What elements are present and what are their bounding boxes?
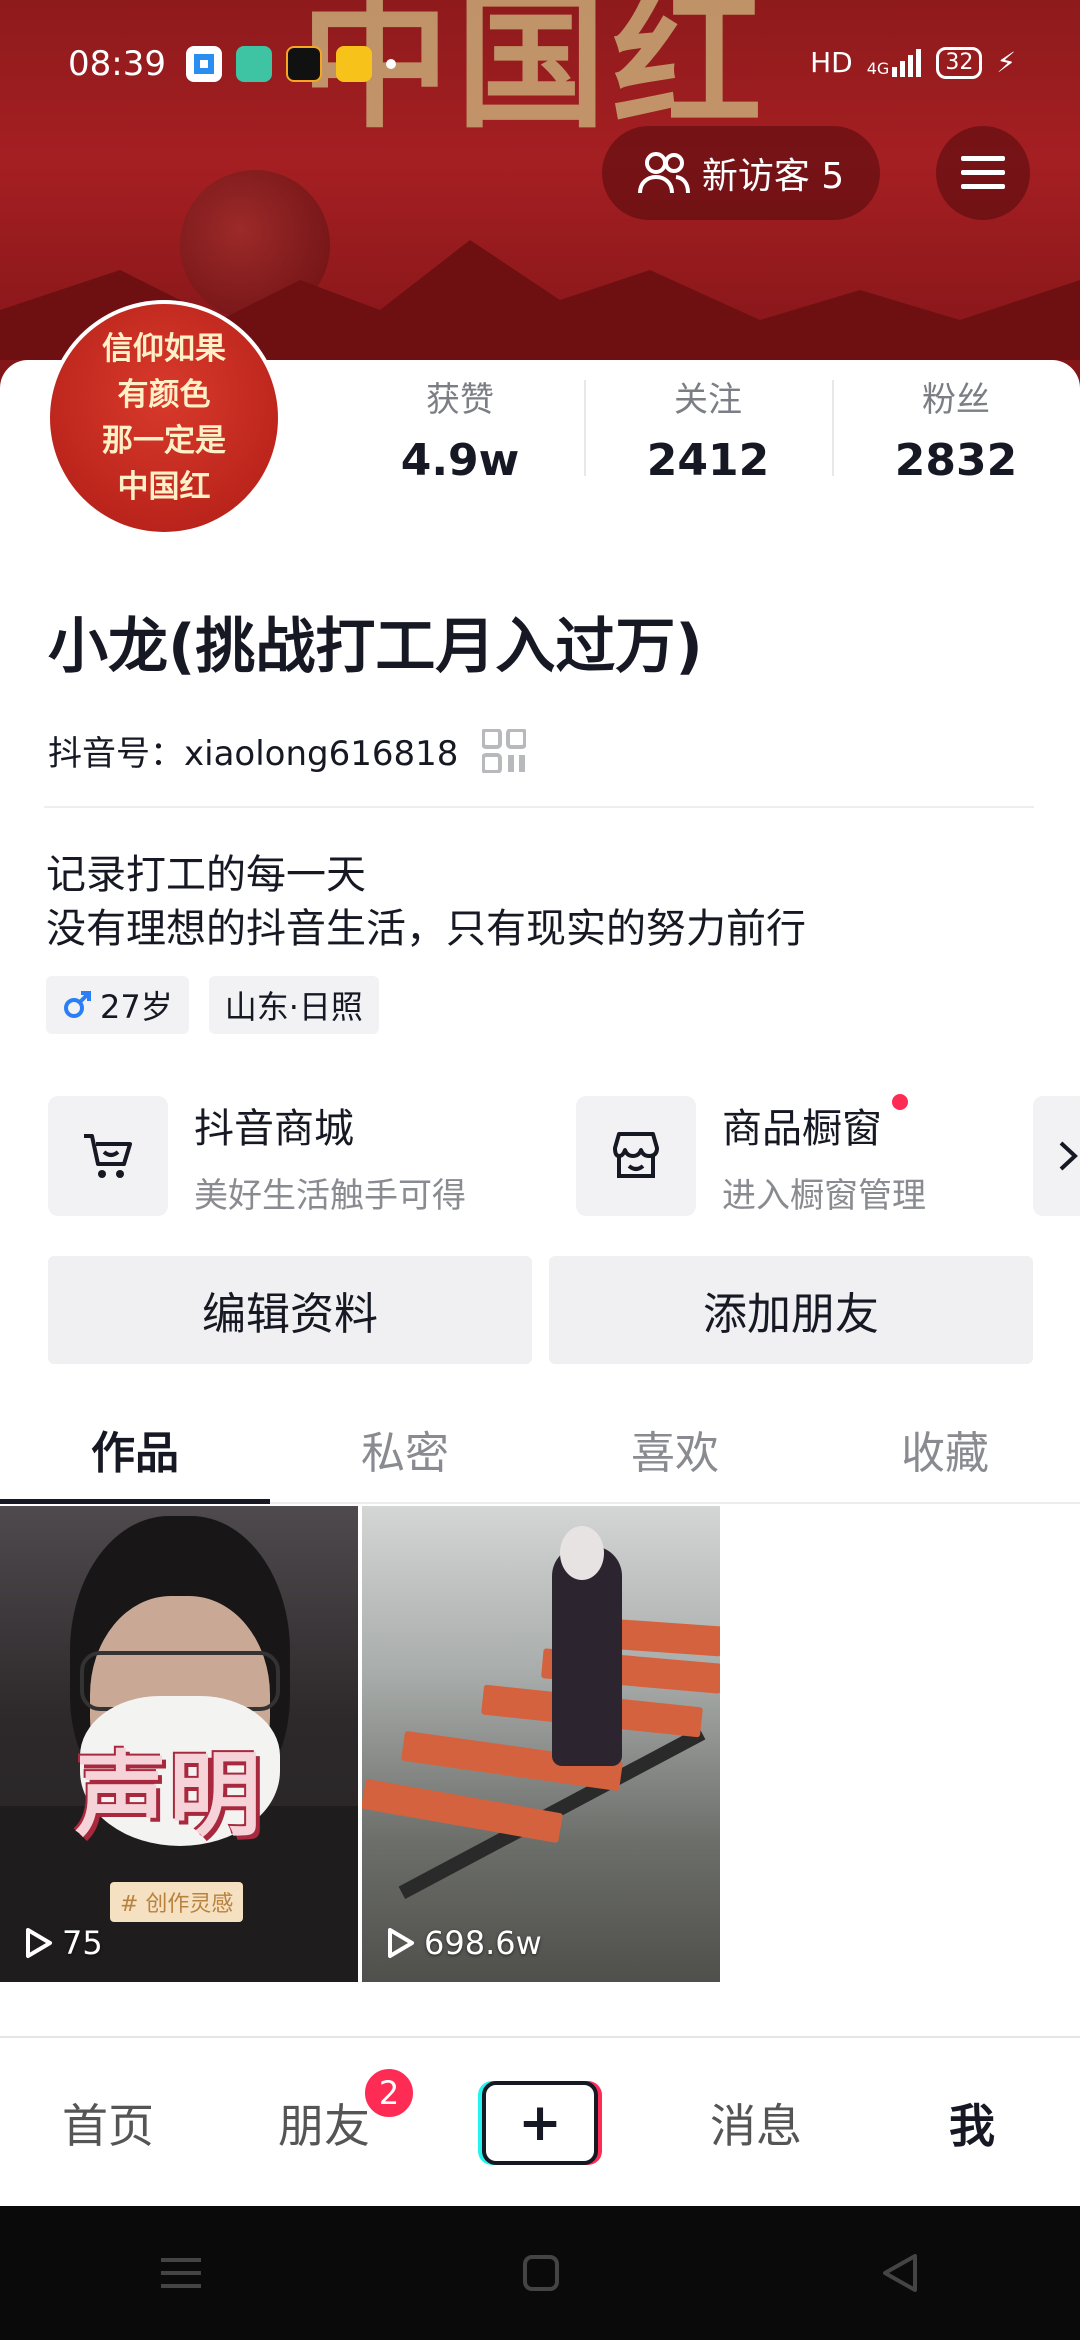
system-nav-bar [0, 2206, 1080, 2340]
stat-followers[interactable]: 粉丝 2832 [832, 372, 1080, 486]
new-visitors-label: 新访客 5 [701, 156, 845, 197]
new-visitors-button[interactable]: 新访客 5 [602, 126, 880, 220]
service-subtitle: 美好生活触手可得 [194, 1175, 466, 1216]
cart-icon-box [48, 1096, 168, 1216]
app-notification-icon [236, 46, 272, 82]
back-icon[interactable] [881, 2252, 919, 2294]
stat-value: 2832 [894, 435, 1018, 486]
male-icon [64, 991, 91, 1018]
avatar-text-line: 那一定是 [102, 423, 226, 459]
stat-label: 粉丝 [922, 380, 990, 420]
nav-friends[interactable]: 朋友 2 [216, 2038, 432, 2208]
hd-indicator: HD [810, 46, 853, 79]
avatar-text-line: 中国红 [117, 469, 211, 505]
qr-code-icon[interactable] [482, 728, 527, 773]
profile-stats: 获赞 4.9w 关注 2412 粉丝 2832 [336, 372, 1080, 486]
bridge-plank [362, 1778, 564, 1844]
home-icon[interactable] [522, 2254, 560, 2292]
more-notifications-dot [386, 59, 396, 69]
people-icon [637, 152, 690, 194]
stat-value: 2412 [646, 435, 770, 486]
age-label: 27岁 [100, 988, 173, 1026]
location-tag: 山东·日照 [208, 976, 379, 1034]
tab-works[interactable]: 作品 [0, 1396, 270, 1504]
bottom-nav: 首页 朋友 2 + 消息 我 [0, 2036, 1080, 2208]
nav-friends-label: 朋友 [278, 2099, 370, 2153]
video-overlay-text: 声明 [75, 1742, 264, 1849]
divider [44, 806, 1034, 808]
stat-following[interactable]: 关注 2412 [584, 372, 832, 486]
bio-line: 没有理想的抖音生活，只有现实的努力前行 [46, 906, 806, 952]
stat-likes[interactable]: 获赞 4.9w [336, 372, 584, 486]
play-count-value: 698.6w [424, 1924, 542, 1962]
avatar-text-line: 信仰如果 [102, 331, 226, 367]
cart-icon [84, 1134, 132, 1178]
friends-badge: 2 [362, 2066, 416, 2120]
app-notification-icon [186, 46, 222, 82]
play-icon [26, 1928, 52, 1958]
avatar-text-line: 有颜色 [117, 377, 211, 413]
stat-label: 获赞 [426, 380, 494, 420]
nav-messages[interactable]: 消息 [648, 2038, 864, 2208]
service-title: 抖音商城 [194, 1105, 354, 1152]
add-friend-button[interactable]: 添加朋友 [549, 1256, 1033, 1364]
status-notification-icons [186, 46, 396, 82]
plus-icon: + [482, 2081, 598, 2165]
stat-label: 关注 [674, 380, 742, 420]
age-tag: 27岁 [46, 976, 189, 1034]
tab-private[interactable]: 私密 [270, 1396, 540, 1502]
video-topic-chip: # 创作灵感 [110, 1882, 244, 1922]
thumbnail-figure-head [560, 1526, 604, 1580]
showcase-notification-dot [892, 1094, 908, 1110]
store-icon [613, 1132, 659, 1178]
avatar-image: 信仰如果 有颜色 那一定是 中国红 [50, 304, 278, 532]
nav-create[interactable]: + [432, 2038, 648, 2208]
status-right: HD 4G 32 ⚡ [810, 46, 1016, 79]
video-grid: 声明 # 创作灵感 75 698.6w [0, 1506, 1080, 1982]
hamburger-icon [961, 156, 1005, 189]
douyin-mall-entry[interactable]: 抖音商城 美好生活触手可得 [48, 1096, 466, 1216]
douyin-id-row[interactable]: 抖音号：xiaolong616818 [48, 726, 527, 775]
network-type: 4G [866, 58, 890, 78]
more-services-button[interactable] [1033, 1096, 1080, 1216]
status-bar: 08:39 HD 4G 32 ⚡ [0, 40, 1080, 90]
play-count: 698.6w [382, 1924, 542, 1962]
avatar[interactable]: 信仰如果 有颜色 那一定是 中国红 [46, 300, 282, 536]
nav-me[interactable]: 我 [864, 2038, 1080, 2208]
tab-likes[interactable]: 喜欢 [540, 1396, 810, 1502]
location-label: 山东·日照 [224, 988, 363, 1026]
product-showcase-entry[interactable]: 商品橱窗 进入橱窗管理 [576, 1096, 926, 1216]
profile-tags: 27岁 山东·日照 [46, 976, 379, 1034]
video-thumbnail[interactable]: 698.6w [362, 1506, 720, 1982]
bio: 记录打工的每一天 没有理想的抖音生活，只有现实的努力前行 [46, 848, 806, 956]
recents-icon[interactable] [160, 2256, 201, 2290]
app-notification-icon [286, 46, 322, 82]
app-notification-icon [336, 46, 372, 82]
battery-icon: 32 [936, 46, 983, 79]
content-tabs: 作品 私密 喜欢 收藏 [0, 1396, 1080, 1504]
douyin-id: 抖音号：xiaolong616818 [48, 734, 459, 774]
store-icon-box [576, 1096, 696, 1216]
nav-home[interactable]: 首页 [0, 2038, 216, 2208]
video-thumbnail[interactable]: 声明 # 创作灵感 75 [0, 1506, 358, 1982]
play-icon [388, 1928, 414, 1958]
signal-icon: 4G [866, 48, 923, 78]
chevron-right-icon [1059, 1141, 1078, 1171]
play-count-value: 75 [62, 1924, 103, 1962]
service-entries: 抖音商城 美好生活触手可得 商品橱窗 进入橱窗管理 [48, 1096, 1080, 1216]
bio-line: 记录打工的每一天 [46, 852, 366, 898]
nickname: 小龙(挑战打工月入过万) [48, 612, 703, 682]
tab-favorites[interactable]: 收藏 [810, 1396, 1080, 1502]
service-subtitle: 进入橱窗管理 [722, 1175, 926, 1216]
menu-button[interactable] [936, 126, 1030, 220]
charging-icon: ⚡ [996, 46, 1016, 79]
play-count: 75 [20, 1924, 103, 1962]
status-time: 08:39 [68, 44, 166, 84]
edit-profile-button[interactable]: 编辑资料 [48, 1256, 532, 1364]
stat-value: 4.9w [400, 435, 520, 486]
